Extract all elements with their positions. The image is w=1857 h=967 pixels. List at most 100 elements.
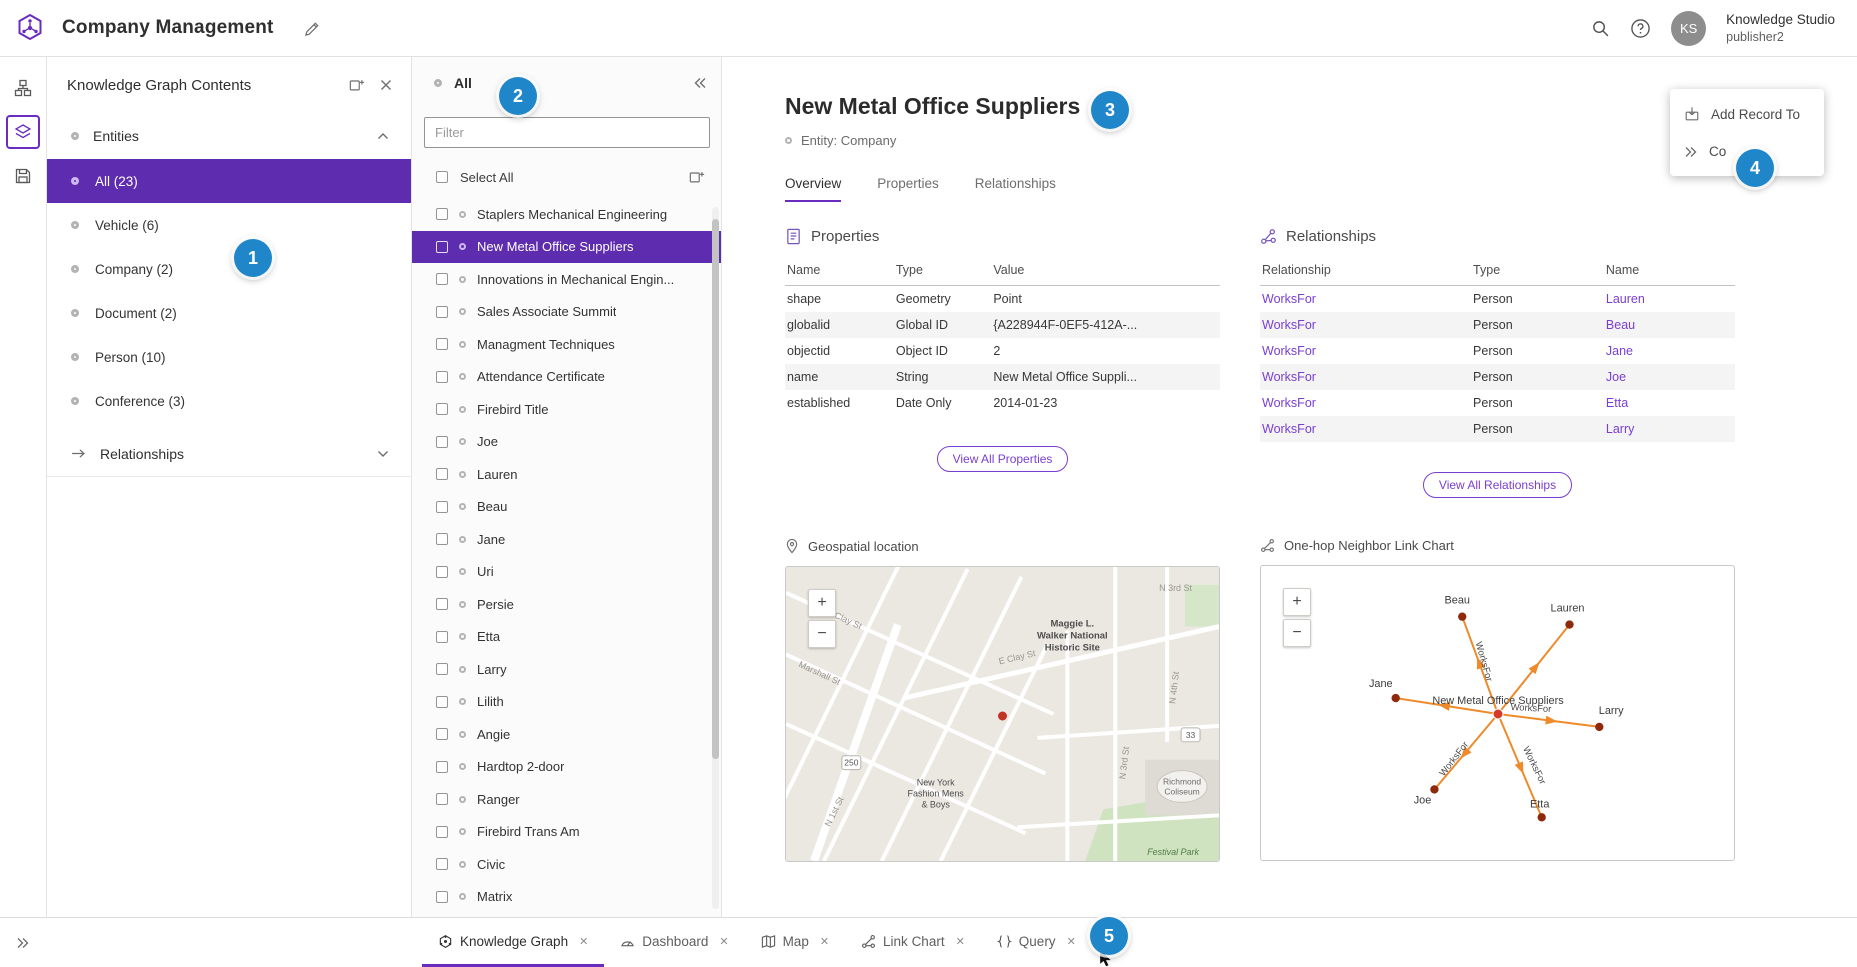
entity-list-item[interactable]: Staplers Mechanical Engineering [412,198,721,231]
person-node[interactable] [1595,723,1603,731]
scrollbar[interactable] [712,207,719,909]
expand-panel-icon[interactable] [16,937,30,949]
checkbox[interactable] [436,403,448,415]
checkbox[interactable] [436,501,448,513]
entity-list-item[interactable]: Matrix [412,881,721,914]
view-all-properties-button[interactable]: View All Properties [937,446,1069,472]
entity-list-item[interactable]: Ranger [412,783,721,816]
zoom-in-button[interactable]: + [808,589,836,617]
relationships-section-header[interactable]: Relationships [47,431,411,477]
save-icon[interactable] [6,159,40,193]
checkbox[interactable] [436,208,448,220]
record-link[interactable]: WorksFor [1262,344,1316,358]
person-node[interactable] [1538,813,1546,821]
entity-filter-item[interactable]: Vehicle (6) [47,203,411,247]
checkbox[interactable] [436,273,448,285]
bottom-tab-dashboard[interactable]: Dashboard✕ [604,918,744,967]
checkbox[interactable] [436,631,448,643]
entity-list-item[interactable]: Persie [412,588,721,621]
detail-tab-relationships[interactable]: Relationships [975,176,1056,202]
record-link[interactable]: WorksFor [1262,396,1316,410]
filter-input[interactable] [424,117,710,148]
checkbox[interactable] [436,728,448,740]
checkbox[interactable] [436,761,448,773]
collapse-panel-icon[interactable] [693,77,707,89]
checkbox[interactable] [436,533,448,545]
scrollbar-thumb[interactable] [712,219,719,759]
person-node[interactable] [1430,785,1438,793]
checkbox[interactable] [436,436,448,448]
entity-filter-item[interactable]: Conference (3) [47,379,411,423]
entity-list-item[interactable]: Jane [412,523,721,556]
add-view-icon[interactable] [349,77,365,93]
checkbox[interactable] [436,306,448,318]
entity-filter-item[interactable]: All (23) [47,159,411,203]
bottom-tab-query[interactable]: Query✕ [981,918,1092,967]
detail-tab-properties[interactable]: Properties [877,176,939,202]
person-node[interactable] [1392,694,1400,702]
entity-list-item[interactable]: Hardtop 2-door [412,751,721,784]
checkbox[interactable] [436,793,448,805]
entity-list-item[interactable]: Beau [412,491,721,524]
zoom-out-button[interactable]: − [1283,619,1311,647]
record-link[interactable]: WorksFor [1262,318,1316,332]
entity-filter-item[interactable]: Company (2) [47,247,411,291]
entity-list-item[interactable]: Civic [412,848,721,881]
detail-tab-overview[interactable]: Overview [785,176,841,202]
entity-list-item[interactable]: Lilith [412,686,721,719]
entity-filter-item[interactable]: Person (10) [47,335,411,379]
search-icon[interactable] [1591,19,1610,38]
view-all-relationships-button[interactable]: View All Relationships [1423,472,1572,498]
checkbox[interactable] [436,598,448,610]
link-chart-canvas[interactable]: WorksForWorksForWorksForWorksForBeauLaur… [1261,566,1734,860]
close-tab-icon[interactable]: ✕ [579,935,588,948]
entity-list-item[interactable]: Joe [412,426,721,459]
entity-list-item[interactable]: New Metal Office Suppliers [412,231,721,264]
record-link[interactable]: WorksFor [1262,422,1316,436]
edit-title-icon[interactable] [304,20,321,37]
checkbox[interactable] [436,663,448,675]
map-canvas[interactable]: N 3rd St N 4th St N 3rd St E Clay St W C… [786,567,1219,861]
record-link[interactable]: Etta [1606,396,1628,410]
select-all-checkbox[interactable] [436,171,448,183]
entity-list-item[interactable]: Managment Techniques [412,328,721,361]
entity-list-item[interactable]: Etta [412,621,721,654]
entity-list-item[interactable]: Angie [412,718,721,751]
record-link[interactable]: WorksFor [1262,370,1316,384]
checkbox[interactable] [436,371,448,383]
entity-list-item[interactable]: Innovations in Mechanical Engin... [412,263,721,296]
user-menu[interactable]: Knowledge Studio publisher2 [1726,11,1835,45]
add-selection-icon[interactable] [689,169,705,185]
close-tab-icon[interactable]: ✕ [956,935,965,948]
checkbox[interactable] [436,241,448,253]
entity-list-item[interactable]: Firebird Trans Am [412,816,721,849]
record-link[interactable]: Beau [1606,318,1635,332]
checkbox[interactable] [436,891,448,903]
close-tab-icon[interactable]: ✕ [719,935,728,948]
entity-list-item[interactable]: Sales Associate Summit [412,296,721,329]
entity-list-item[interactable]: Uri [412,556,721,589]
entity-filter-item[interactable]: Document (2) [47,291,411,335]
checkbox[interactable] [436,858,448,870]
checkbox[interactable] [436,338,448,350]
bottom-tab-map[interactable]: Map✕ [745,918,845,967]
close-tab-icon[interactable]: ✕ [820,935,829,948]
checkbox[interactable] [436,468,448,480]
zoom-out-button[interactable]: − [808,620,836,648]
person-node[interactable] [1565,620,1573,628]
entity-list-item[interactable]: Larry [412,653,721,686]
zoom-in-button[interactable]: + [1283,588,1311,616]
data-model-icon[interactable] [6,71,40,105]
entity-list-item[interactable]: Lauren [412,458,721,491]
record-link[interactable]: Joe [1606,370,1626,384]
checkbox[interactable] [436,696,448,708]
record-link[interactable]: Larry [1606,422,1634,436]
avatar[interactable]: KS [1671,11,1706,46]
person-node[interactable] [1458,612,1466,620]
close-panel-icon[interactable] [379,78,393,92]
checkbox[interactable] [436,826,448,838]
record-link[interactable]: Jane [1606,344,1633,358]
contents-layers-icon[interactable] [6,115,40,149]
entity-list-item[interactable]: Attendance Certificate [412,361,721,394]
entities-section-header[interactable]: Entities [47,113,411,159]
